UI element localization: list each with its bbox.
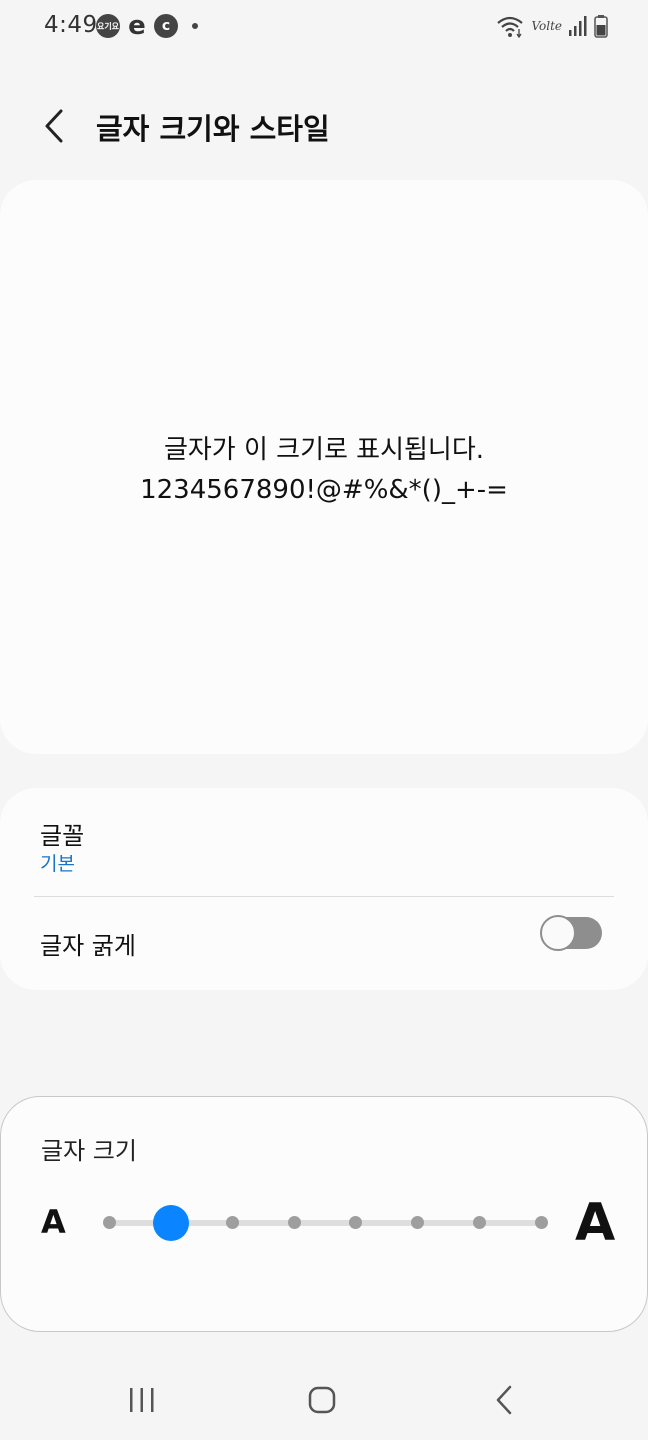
font-size-slider-step[interactable] — [102, 1216, 116, 1229]
back-button[interactable] — [30, 100, 78, 152]
more-notifications-dot-icon — [192, 23, 198, 29]
yogiyo-notification-icon: 요기요 — [96, 14, 120, 38]
font-size-slider-step[interactable] — [349, 1216, 363, 1229]
status-time: 4:49 — [44, 12, 98, 38]
font-setting-item[interactable]: 글꼴 기본 — [0, 788, 648, 896]
font-setting-title: 글꼴 — [40, 822, 85, 850]
app-header: 글자 크기와 스타일 — [0, 90, 648, 162]
font-size-title: 글자 크기 — [41, 1137, 137, 1165]
settings-card: 글꼴 기본 글자 굵게 — [0, 788, 648, 990]
home-icon — [308, 1386, 336, 1414]
font-setting-value: 기본 — [40, 853, 75, 875]
font-preview-card: 글자가 이 크기로 표시됩니다. 1234567890!@#%&*()_+-= — [0, 180, 648, 754]
preview-line-1: 글자가 이 크기로 표시됩니다. — [163, 435, 485, 465]
bold-toggle[interactable] — [540, 915, 602, 951]
font-size-slider-step[interactable] — [534, 1216, 548, 1229]
font-size-slider-step[interactable] — [225, 1216, 239, 1229]
font-size-slider-step[interactable] — [411, 1216, 425, 1229]
status-system-icons: Volte — [495, 14, 608, 38]
status-notification-icons: 요기요 e c — [96, 11, 198, 41]
settings-divider — [34, 896, 614, 897]
font-size-slider-thumb[interactable] — [152, 1205, 189, 1241]
font-size-small-label: A — [41, 1203, 66, 1241]
c-notification-icon: c — [154, 14, 178, 38]
chevron-left-icon — [45, 109, 63, 143]
nav-back-button[interactable] — [474, 1374, 534, 1426]
font-size-slider-step[interactable] — [472, 1216, 486, 1229]
bold-toggle-knob — [540, 915, 576, 951]
preview-text: 글자가 이 크기로 표시됩니다. 1234567890!@#%&*()_+-= — [0, 430, 648, 510]
home-button[interactable] — [292, 1374, 352, 1426]
font-size-panel: 글자 크기 A A — [0, 1096, 648, 1332]
wifi-icon — [497, 16, 524, 38]
battery-icon — [594, 15, 608, 38]
font-size-slider-step[interactable] — [287, 1216, 301, 1229]
recents-icon — [130, 1388, 154, 1412]
recents-button[interactable] — [112, 1374, 172, 1426]
bold-setting-item[interactable]: 글자 굵게 — [0, 898, 648, 990]
nav-back-icon — [496, 1385, 512, 1415]
font-size-large-label: A — [575, 1193, 616, 1253]
status-bar: 4:49 요기요 e c Volte — [0, 0, 648, 56]
font-size-slider[interactable] — [97, 1203, 555, 1243]
bold-setting-title: 글자 굵게 — [40, 932, 136, 960]
preview-line-2: 1234567890!@#%&*()_+-= — [140, 475, 508, 505]
signal-icon — [569, 16, 587, 36]
page-title: 글자 크기와 스타일 — [96, 112, 330, 146]
e-notification-icon: e — [128, 11, 146, 41]
volte-icon: Volte — [531, 19, 562, 33]
navigation-bar — [0, 1360, 648, 1440]
